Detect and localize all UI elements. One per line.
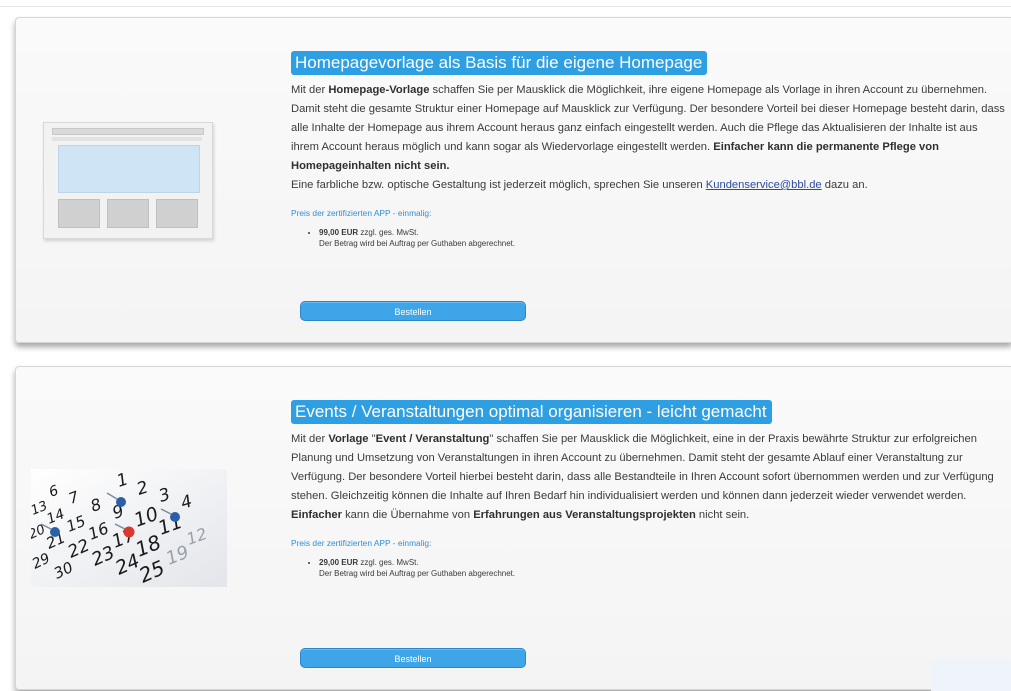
template-column-block xyxy=(156,199,198,228)
description-line-end: dazu an. xyxy=(821,179,868,191)
card-description: Mit der Vorlage "Event / Veranstaltung" … xyxy=(291,430,1006,525)
order-button[interactable]: Bestellen xyxy=(300,648,526,668)
blue-pin xyxy=(50,527,60,537)
description-bold: Event / Veranstaltung xyxy=(375,433,490,445)
price-tax: zzgl. ges. MwSt. xyxy=(358,228,419,237)
top-divider xyxy=(0,6,1011,7)
app-card-homepage-template: Homepagevorlage als Basis für die eigene… xyxy=(15,17,1011,343)
card-content: Events / Veranstaltungen optimal organis… xyxy=(291,400,1006,579)
price-item: 29,00 EUR zzgl. ges. MwSt. Der Betrag wi… xyxy=(319,557,1006,579)
card-content: Homepagevorlage als Basis für die eigene… xyxy=(291,51,1006,249)
blue-pin xyxy=(170,512,180,522)
order-button[interactable]: Bestellen xyxy=(300,301,526,321)
description-bold: Einfacher xyxy=(291,509,342,521)
corner-shade xyxy=(931,659,1011,691)
card-title: Events / Veranstaltungen optimal organis… xyxy=(291,400,772,424)
template-column-block xyxy=(107,199,149,228)
calendar-photo: 1 2 3 4 6 7 8 9 10 11 12 13 14 15 16 17 18 19 20 21 22 23 24 25… xyxy=(31,469,227,587)
template-hero-block xyxy=(58,145,200,193)
description-segment: kann die Übernahme von xyxy=(341,509,474,521)
price-note: Der Betrag wird bei Auftrag per Guthaben… xyxy=(319,239,516,248)
description-segment: " xyxy=(368,433,376,445)
homepage-template-icon xyxy=(43,122,213,239)
price-item: 99,00 EUR zzgl. ges. MwSt. Der Betrag wi… xyxy=(319,227,1006,249)
card-title: Homepagevorlage als Basis für die eigene… xyxy=(291,51,708,75)
app-card-event-template: 1 2 3 4 6 7 8 9 10 11 12 13 14 15 16 17 18 19 20 21 22 23 24 25… xyxy=(15,366,1011,690)
description-segment: nicht sein. xyxy=(695,509,750,521)
calendar-image: 1 2 3 46 7 8 9 10111213141516171819202122232425… xyxy=(31,469,227,587)
description-bold: Vorlage xyxy=(328,433,369,445)
template-nav-bar xyxy=(52,137,202,141)
description-text: Mit der Homepage-Vorlage schaffen Sie pe… xyxy=(291,84,1005,172)
description-bold: Erfahrungen aus Veranstaltungsprojekten xyxy=(473,509,696,521)
price-amount: 99,00 EUR xyxy=(319,228,359,237)
description-segment: Mit der xyxy=(291,84,329,96)
description-segment: Mit der xyxy=(291,433,329,445)
description-text: Mit der Vorlage "Event / Veranstaltung" … xyxy=(291,433,994,521)
template-column-block xyxy=(58,199,100,228)
description-line: Eine farbliche bzw. optische Gestaltung … xyxy=(291,179,706,191)
price-heading: Preis der zertifizierten APP - einmalig: xyxy=(291,538,432,548)
card-description: Mit der Homepage-Vorlage schaffen Sie pe… xyxy=(291,81,1006,195)
price-heading: Preis der zertifizierten APP - einmalig: xyxy=(291,208,432,218)
blue-pin xyxy=(116,497,126,507)
price-note: Der Betrag wird bei Auftrag per Guthaben… xyxy=(319,569,516,578)
price-list: 29,00 EUR zzgl. ges. MwSt. Der Betrag wi… xyxy=(291,557,1006,579)
price-tax: zzgl. ges. MwSt. xyxy=(358,558,419,567)
description-bold: Homepage-Vorlage xyxy=(328,84,430,96)
template-header-bar xyxy=(52,128,204,135)
price-list: 99,00 EUR zzgl. ges. MwSt. Der Betrag wi… xyxy=(291,227,1006,249)
red-pin xyxy=(123,526,135,538)
customer-service-link[interactable]: Kundenservice@bbl.de xyxy=(706,179,822,191)
price-amount: 29,00 EUR xyxy=(319,558,359,567)
